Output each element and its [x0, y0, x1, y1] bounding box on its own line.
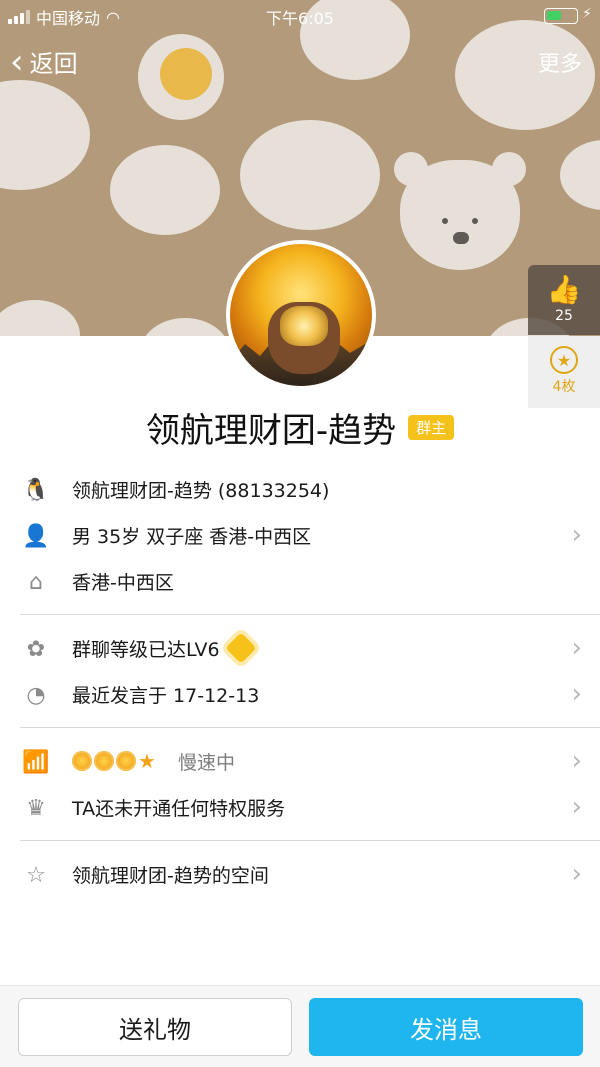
qq-row: 🐧 领航理财团-趋势 (88133254) — [0, 466, 600, 512]
send-message-button[interactable]: 发消息 — [309, 998, 583, 1056]
clock-icon: ◔ — [26, 682, 46, 708]
chevron-right-icon: › — [571, 746, 582, 776]
home-icon: ⌂ — [29, 569, 43, 595]
home-row: ⌂ 香港-中西区 — [0, 558, 600, 604]
back-button[interactable]: ‹ 返回 — [10, 44, 78, 79]
qq-label: 领航理财团-趋势 (88133254) — [72, 479, 330, 502]
status-time: 下午6:05 — [266, 9, 334, 28]
divider — [20, 614, 600, 615]
bun-illustration — [110, 145, 220, 235]
qq-penguin-icon: 🐧 — [22, 477, 50, 503]
privilege-row[interactable]: ♛ TA还未开通任何特权服务 › — [0, 784, 600, 830]
person-icon: 👤 — [22, 523, 50, 549]
star-space-icon: ☆ — [26, 862, 46, 888]
action-footer: 送礼物 发消息 — [0, 985, 600, 1067]
name-row: 领航理财团-趋势 群主 — [0, 402, 600, 452]
egg-yolk — [160, 48, 212, 100]
bear-nose — [453, 232, 469, 244]
star-icon: ★ — [138, 749, 156, 773]
speed-label: 慢速中 — [178, 751, 236, 774]
avatar-gold — [280, 306, 328, 346]
chevron-right-icon: › — [571, 859, 582, 889]
chevron-right-icon: › — [571, 520, 582, 550]
charging-icon: ⚡ — [582, 6, 592, 22]
divider — [20, 727, 600, 728]
profile-page: 中国移动 ◠ 下午6:05 ⚡ ‹ 返回 更多 👍 25 ★ 4枚 领航理财团-… — [0, 0, 600, 1067]
like-button[interactable]: 👍 25 — [528, 265, 600, 335]
bear-eye — [442, 218, 448, 224]
space-row[interactable]: ☆ 领航理财团-趋势的空间 › — [0, 851, 600, 897]
profile-info-list: 🐧 领航理财团-趋势 (88133254) 👤 男 35岁 双子座 香港-中西区… — [0, 466, 600, 897]
status-bar: 中国移动 ◠ 下午6:05 ⚡ — [0, 0, 600, 32]
gear-flower-icon: ✿ — [26, 636, 46, 662]
bun-illustration — [560, 140, 600, 210]
battery-icon — [544, 8, 578, 24]
badge-button[interactable]: ★ 4枚 — [528, 336, 600, 408]
back-label: 返回 — [29, 50, 78, 78]
last-speak-row[interactable]: ◔ 最近发言于 17-12-13 › — [0, 671, 600, 717]
rank-chart-icon: 📶 — [22, 749, 50, 775]
sun-icon — [72, 751, 92, 771]
thumb-up-icon: 👍 — [546, 273, 582, 306]
crown-icon: ♛ — [26, 795, 46, 821]
avatar[interactable] — [226, 240, 376, 390]
space-label: 领航理财团-趋势的空间 — [72, 864, 269, 887]
bear-ear — [492, 152, 526, 186]
info-label: 男 35岁 双子座 香港-中西区 — [72, 525, 312, 548]
egg-illustration — [138, 34, 224, 120]
send-gift-button[interactable]: 送礼物 — [18, 998, 292, 1056]
level-suns: ★ — [72, 751, 158, 771]
level-diamond-icon — [225, 632, 257, 664]
last-speak-label: 最近发言于 17-12-13 — [72, 684, 260, 707]
speed-row[interactable]: 📶 ★ 慢速中 › — [0, 738, 600, 784]
bear-ear — [394, 152, 428, 186]
privilege-label: TA还未开通任何特权服务 — [72, 797, 286, 820]
star-badge-icon: ★ — [550, 346, 578, 374]
chevron-right-icon: › — [571, 679, 582, 709]
chevron-right-icon: › — [571, 633, 582, 663]
divider — [20, 840, 600, 841]
bun-illustration — [0, 80, 90, 190]
sun-icon — [94, 751, 114, 771]
group-level-label: 群聊等级已达LV6 — [72, 638, 220, 661]
info-row[interactable]: 👤 男 35岁 双子座 香港-中西区 › — [0, 512, 600, 558]
bun-illustration — [0, 300, 80, 336]
chevron-right-icon: › — [571, 792, 582, 822]
profile-name: 领航理财团-趋势 — [145, 410, 397, 451]
like-count: 25 — [555, 308, 573, 324]
group-level-row[interactable]: ✿ 群聊等级已达LV6 › — [0, 625, 600, 671]
bun-illustration — [140, 318, 230, 336]
bun-illustration — [240, 120, 380, 230]
home-label: 香港-中西区 — [72, 571, 174, 594]
sun-icon — [116, 751, 136, 771]
role-badge: 群主 — [408, 414, 455, 440]
bear-illustration — [394, 152, 526, 270]
badge-count: 4枚 — [552, 379, 576, 395]
more-button[interactable]: 更多 — [538, 46, 582, 78]
bear-eye — [472, 218, 478, 224]
chevron-left-icon: ‹ — [10, 41, 24, 82]
